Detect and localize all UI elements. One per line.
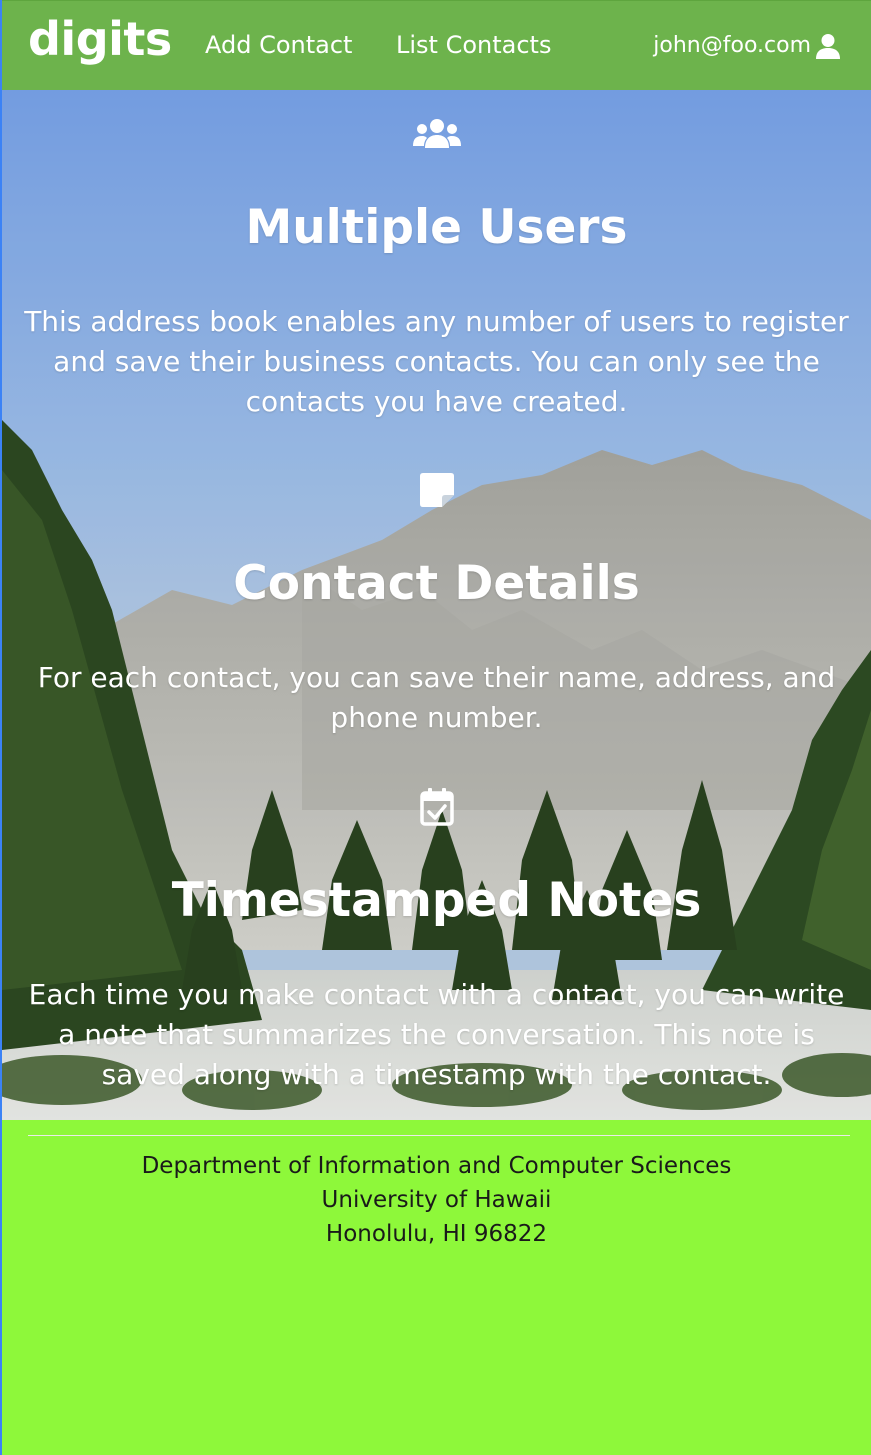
users-icon (412, 119, 461, 148)
hero-section: Multiple Users This address book enables… (2, 90, 871, 1120)
footer-university: University of Hawaii (321, 1187, 552, 1213)
footer: Department of Information and Computer S… (2, 1120, 871, 1455)
feature-title-timestamped-notes: Timestamped Notes (171, 873, 702, 928)
brand-logo[interactable]: digits (28, 16, 172, 62)
top-navbar: digits Add Contact List Contacts john@fo… (2, 0, 871, 90)
footer-address: Honolulu, HI 96822 (325, 1221, 548, 1247)
list-contacts-link[interactable]: List Contacts (396, 33, 551, 57)
footer-department: Department of Information and Computer S… (141, 1153, 732, 1179)
user-icon (816, 34, 840, 59)
page: digits Add Contact List Contacts john@fo… (0, 0, 871, 1455)
feature-title-contact-details: Contact Details (233, 556, 640, 611)
feature-desc-contact-details: For each contact, you can save their nam… (37, 661, 836, 734)
feature-title-multiple-users: Multiple Users (245, 200, 628, 255)
footer-divider (28, 1135, 850, 1136)
user-email: john@foo.com (653, 33, 811, 58)
feature-desc-timestamped-notes: Each time you make contact with a contac… (28, 978, 845, 1091)
calendar-check-icon (419, 788, 454, 826)
feature-desc-multiple-users: This address book enables any number of … (24, 305, 849, 418)
add-contact-link[interactable]: Add Contact (205, 33, 352, 57)
sticky-note-icon (419, 473, 454, 507)
user-dropdown[interactable]: john@foo.com (653, 33, 841, 59)
